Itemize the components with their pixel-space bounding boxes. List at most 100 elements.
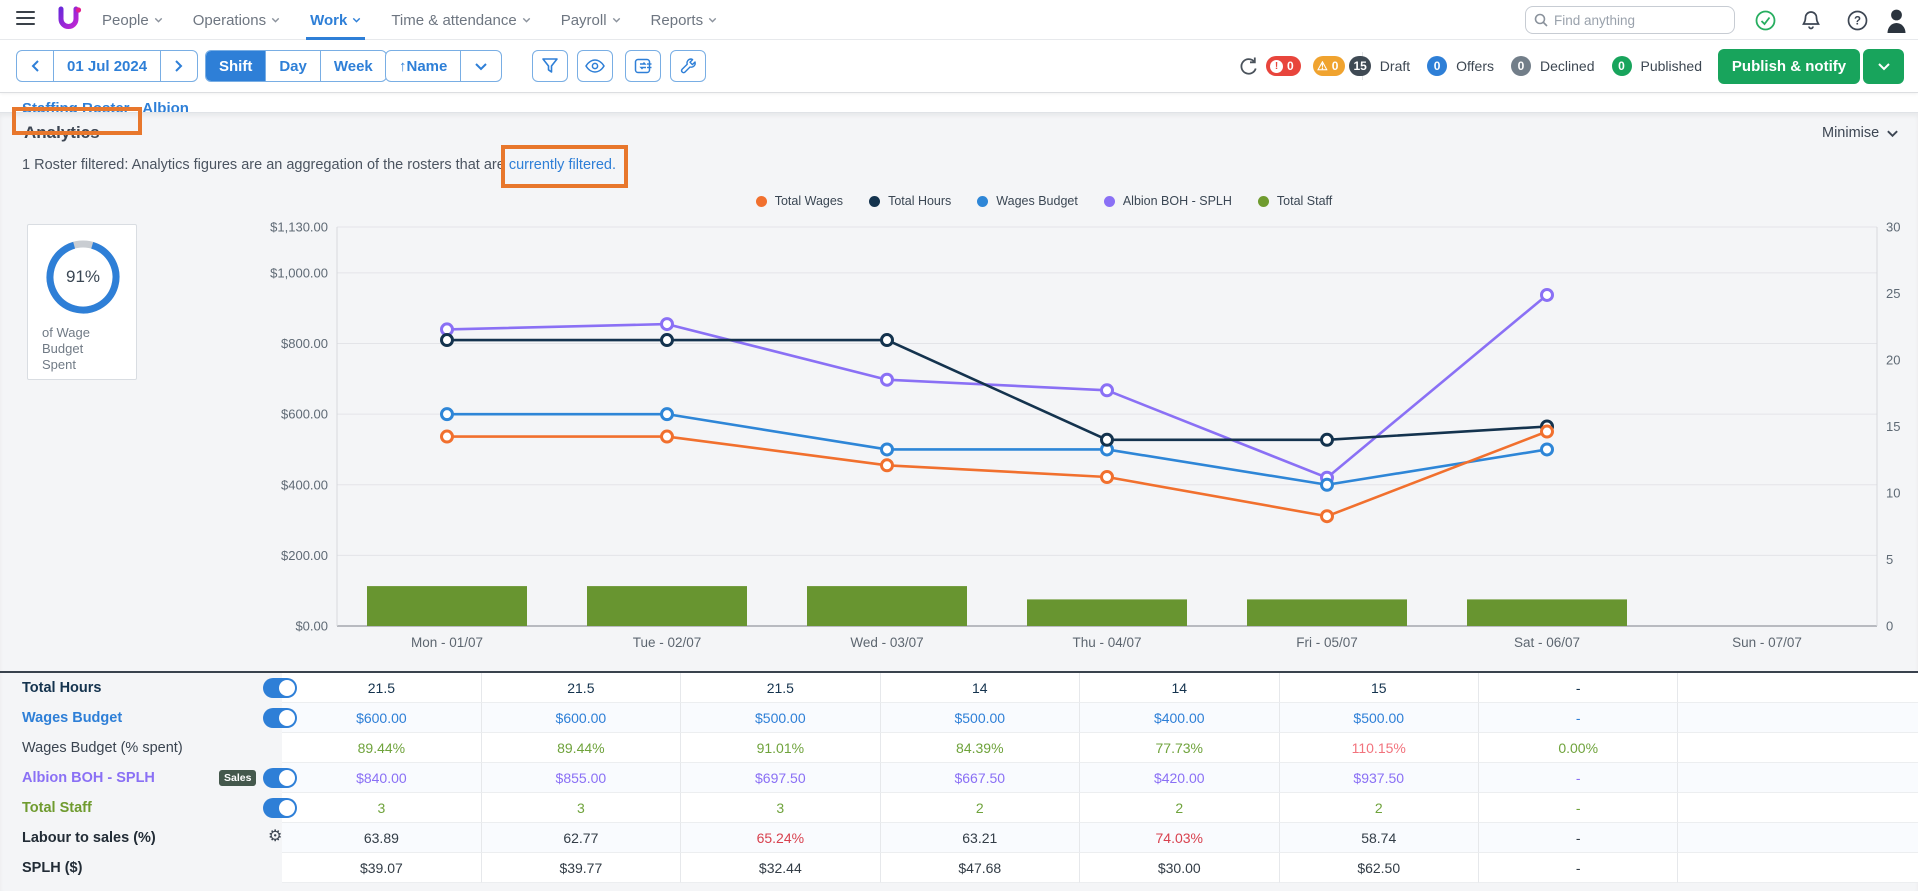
next-date-button[interactable] <box>160 51 197 81</box>
warning-icon: ⚠ <box>1317 60 1328 73</box>
y-axis-right-tick: 0 <box>1886 619 1893 634</box>
minimise-button[interactable]: Minimise <box>1822 125 1899 141</box>
table-row-wages-budget: Wages Budget$600.00$600.00$500.00$500.00… <box>0 703 1918 733</box>
main-content: Staffing Roster - Albion Analytics Minim… <box>0 92 1918 891</box>
filter-message-text: 1 Roster filtered: Analytics figures are… <box>22 157 505 173</box>
table-cell: 91.01% <box>681 733 880 763</box>
sort-dropdown-button[interactable] <box>460 51 501 81</box>
tasks-check-icon[interactable] <box>1755 10 1776 36</box>
table-cell: $47.68 <box>881 853 1080 883</box>
prev-date-button[interactable] <box>17 51 53 81</box>
publish-dropdown-button[interactable] <box>1863 49 1904 84</box>
table-cell: $600.00 <box>482 703 681 733</box>
tools-button[interactable] <box>670 50 706 82</box>
table-cell: 14 <box>1080 673 1279 703</box>
status-label-offers: Offers <box>1456 58 1494 74</box>
logo-icon <box>56 5 84 35</box>
y-axis-right-tick: 30 <box>1886 220 1900 235</box>
analytics-panel: Analytics Minimise 1 Roster filtered: An… <box>0 112 1918 891</box>
row-label-cell: SPLH ($) <box>0 853 282 883</box>
row-label: Labour to sales (%) <box>22 830 156 846</box>
row-toggle[interactable] <box>263 678 297 698</box>
nav-item-reports[interactable]: Reports <box>651 0 718 40</box>
x-axis-label: Sat - 06/07 <box>1514 635 1580 650</box>
user-avatar[interactable] <box>1884 7 1909 38</box>
warning-alert-badge[interactable]: ⚠ 0 <box>1313 56 1345 76</box>
filter-button[interactable] <box>532 50 568 82</box>
help-icon[interactable]: ? <box>1847 10 1868 36</box>
copy-schedule-button[interactable] <box>625 50 661 82</box>
x-axis-label: Sun - 07/07 <box>1732 635 1802 650</box>
clipped-roster-link-text: Staffing Roster - Albion <box>22 100 189 112</box>
nav-item-time-attendance[interactable]: Time & attendance <box>391 0 530 40</box>
data-point <box>662 409 673 420</box>
data-point <box>882 374 893 385</box>
table-cell: 2 <box>1080 793 1279 823</box>
data-point <box>1102 385 1113 396</box>
app-logo[interactable] <box>56 5 84 40</box>
calendar-swap-icon <box>634 57 653 75</box>
sort-by-name-button[interactable]: ↑ Name <box>386 51 460 81</box>
nav-item-payroll[interactable]: Payroll <box>561 0 621 40</box>
table-row-total-hours: Total Hours21.521.521.5141415- <box>0 673 1918 703</box>
clipped-roster-link[interactable]: Staffing Roster - Albion <box>22 100 189 112</box>
refresh-button[interactable] <box>1238 56 1258 81</box>
sales-badge: Sales <box>219 770 256 786</box>
chevron-down-icon <box>612 17 621 23</box>
error-alert-badge[interactable]: ! 0 <box>1266 56 1301 76</box>
nav-item-people[interactable]: People <box>102 0 163 40</box>
date-button[interactable]: 01 Jul 2024 <box>53 51 160 81</box>
table-cell: 15 <box>1280 673 1479 703</box>
row-toggle[interactable] <box>263 708 297 728</box>
chevron-down-icon <box>522 17 531 23</box>
view-options-button[interactable] <box>577 50 613 82</box>
roster-status-summary: 15Draft0Offers0Declined0Published <box>1349 50 1710 82</box>
nav-item-label: Reports <box>651 12 704 29</box>
bar-total-staff <box>587 586 747 626</box>
currently-filtered-link[interactable]: currently filtered. <box>509 157 616 173</box>
view-mode-shift[interactable]: Shift <box>206 51 265 81</box>
y-axis-right-tick: 25 <box>1886 286 1900 301</box>
gear-icon[interactable]: ⚙ <box>268 826 282 846</box>
row-label-cell: Labour to sales (%) ⚙ <box>0 823 282 853</box>
nav-item-operations[interactable]: Operations <box>193 0 280 40</box>
table-cell-filler <box>1678 793 1918 823</box>
hamburger-menu-icon[interactable] <box>16 11 35 27</box>
filter-funnel-icon <box>541 57 559 75</box>
status-count-offers: 0 <box>1427 56 1447 76</box>
row-label-cell: Albion BOH - SPLHSales <box>0 763 282 793</box>
row-label: Total Staff <box>22 800 92 816</box>
legend-dot <box>1258 196 1269 207</box>
row-label-cell: Wages Budget (% spent) <box>0 733 282 763</box>
row-label: Wages Budget (% spent) <box>22 740 183 756</box>
notifications-bell-icon[interactable] <box>1801 10 1821 36</box>
data-point <box>882 460 893 471</box>
table-cell: - <box>1479 793 1678 823</box>
global-search[interactable] <box>1525 6 1735 34</box>
table-cell: - <box>1479 703 1678 733</box>
y-axis-left-tick: $0.00 <box>295 619 328 634</box>
table-row-wages-budget-spent-: Wages Budget (% spent)89.44%89.44%91.01%… <box>0 733 1918 763</box>
row-toggle[interactable] <box>263 768 297 788</box>
sort-ascending-icon: ↑ <box>399 58 407 75</box>
legend-dot <box>869 196 880 207</box>
view-mode-day[interactable]: Day <box>265 51 320 81</box>
top-navigation: People Operations Work Time & attendance Pay… <box>0 0 1918 40</box>
table-cell: 21.5 <box>681 673 880 703</box>
view-mode-week[interactable]: Week <box>320 51 386 81</box>
table-cell: 110.15% <box>1280 733 1479 763</box>
table-row-labour-to-sales-: Labour to sales (%)⚙63.8962.7765.24%63.2… <box>0 823 1918 853</box>
nav-item-work[interactable]: Work <box>310 0 361 40</box>
data-point <box>1542 289 1553 300</box>
data-point <box>662 335 673 346</box>
row-toggle[interactable] <box>263 798 297 818</box>
y-axis-right-tick: 15 <box>1886 419 1900 434</box>
search-input[interactable] <box>1554 13 1714 28</box>
chevron-down-icon <box>1886 129 1899 138</box>
publish-notify-button[interactable]: Publish & notify <box>1718 49 1860 84</box>
analytics-table: Total Hours21.521.521.5141415-Wages Budg… <box>0 671 1918 883</box>
table-cell: $420.00 <box>1080 763 1279 793</box>
analytics-chart: $1,130.00$1,000.00$800.00$600.00$400.00$… <box>0 206 1918 666</box>
table-cell: 3 <box>282 793 481 823</box>
error-icon: ! <box>1270 60 1283 73</box>
